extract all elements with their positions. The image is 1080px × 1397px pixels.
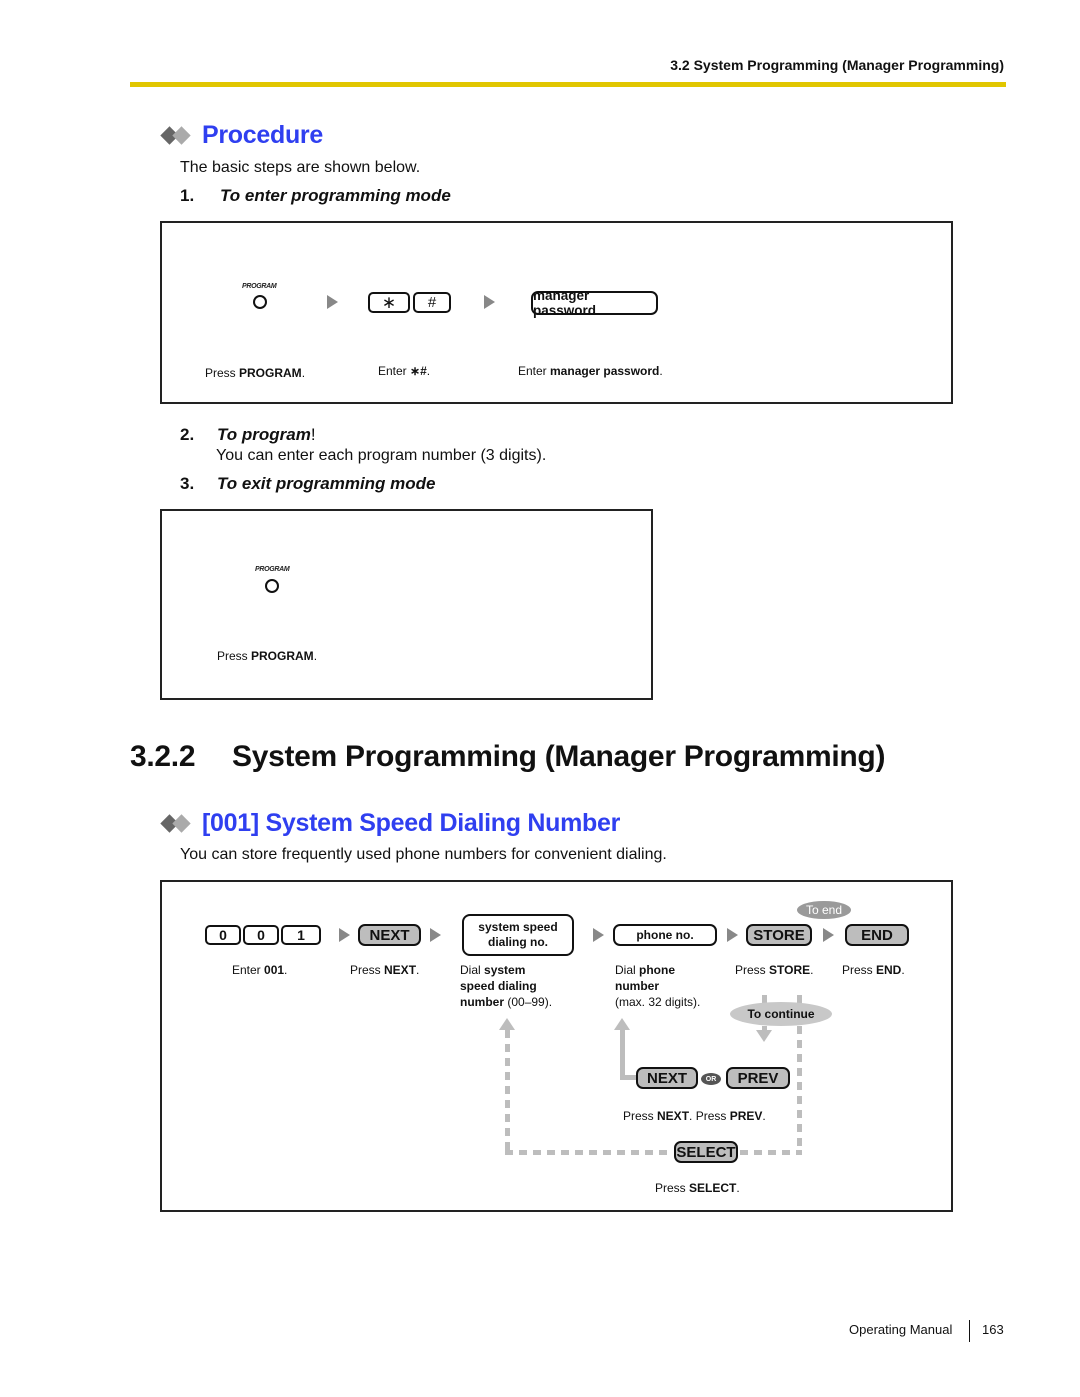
system-speed-dialing-key: system speed dialing no.	[462, 914, 574, 956]
footer-separator	[969, 1320, 970, 1342]
exit-mode-diagram: PROGRAM Press PROGRAM.	[160, 509, 653, 700]
arrow-right-icon	[593, 928, 604, 942]
down-arrow-icon	[756, 1030, 772, 1042]
manager-password-key: manager password	[531, 288, 658, 318]
loop-line	[620, 1030, 625, 1080]
digit-key: 0	[205, 925, 241, 945]
next-key: NEXT	[636, 1067, 698, 1089]
phone-number-key: phone no.	[613, 924, 717, 946]
arrow-right-icon	[430, 928, 441, 942]
footer-manual: Operating Manual	[849, 1322, 953, 1337]
caption-press-next-prev: Press NEXT. Press PREV.	[623, 1109, 766, 1123]
caption-press-program: Press PROGRAM.	[205, 366, 306, 380]
hash-key: #	[413, 292, 451, 313]
step-1-number: 1.	[180, 186, 195, 205]
arrow-right-icon	[727, 928, 738, 942]
step-3-title: To exit programming mode	[217, 474, 436, 493]
step-2-title: To program!	[217, 425, 316, 444]
loop-line	[740, 1150, 802, 1155]
caption-enter-001: Enter 001.	[232, 963, 288, 977]
enter-mode-diagram: PROGRAM ∗ # manager password Press PROGR…	[160, 221, 953, 404]
up-arrow-icon	[499, 1018, 515, 1030]
step-2-number: 2.	[180, 425, 195, 444]
end-key: END	[845, 924, 909, 946]
header-rule	[130, 82, 1006, 87]
step-3-number: 3.	[180, 474, 195, 493]
program-key-icon	[265, 579, 279, 593]
star-key: ∗	[368, 292, 410, 313]
caption-enter-password: Enter manager password.	[518, 364, 663, 378]
caption-press-next: Press NEXT.	[350, 963, 420, 977]
select-key: SELECT	[674, 1141, 738, 1163]
caption-press-program: Press PROGRAM.	[217, 649, 318, 663]
loop-line	[505, 1030, 510, 1152]
digit-key: 0	[243, 925, 279, 945]
page-number: 163	[982, 1322, 1004, 1337]
prev-key: PREV	[726, 1067, 790, 1089]
caption-press-end: Press END.	[842, 963, 905, 977]
diamonds-icon	[160, 814, 202, 834]
to-continue-badge: To continue	[730, 1002, 832, 1026]
diamonds-icon	[160, 126, 202, 146]
subsection-heading: [001] System Speed Dialing Number	[202, 809, 621, 837]
program-key-icon	[253, 295, 267, 309]
section-heading: 3.2.2 System Programming (Manager Program…	[130, 740, 886, 773]
arrow-right-icon	[327, 295, 338, 309]
running-head: 3.2 System Programming (Manager Programm…	[670, 57, 1004, 73]
up-arrow-icon	[614, 1018, 630, 1030]
arrow-right-icon	[339, 928, 350, 942]
program-key-label: PROGRAM	[242, 283, 277, 290]
caption-dial-phone: Dial phone number (max. 32 digits).	[615, 963, 701, 1009]
arrow-right-icon	[823, 928, 834, 942]
subsection-desc: You can store frequently used phone numb…	[180, 846, 667, 863]
caption-press-store: Press STORE.	[735, 963, 814, 977]
step-1-title: To enter programming mode	[220, 186, 451, 205]
procedure-heading: Procedure	[202, 121, 323, 149]
caption-enter-star-hash: Enter ∗#.	[378, 364, 431, 378]
store-key: STORE	[746, 924, 812, 946]
procedure-intro: The basic steps are shown below.	[180, 159, 421, 176]
program-key-label: PROGRAM	[255, 566, 290, 573]
speed-dial-diagram: 0 0 1 NEXT system speed dialing no. phone…	[160, 880, 953, 1212]
digit-key: 1	[281, 925, 321, 945]
caption-press-select: Press SELECT.	[655, 1181, 740, 1195]
step-2-desc: You can enter each program number (3 dig…	[216, 447, 547, 464]
arrow-right-icon	[484, 295, 495, 309]
or-badge: OR	[701, 1073, 721, 1085]
loop-line	[797, 1026, 802, 1154]
loop-line	[620, 1075, 636, 1080]
loop-line	[505, 1150, 670, 1155]
caption-dial-system: Dial system speed dialing number (00–99)…	[460, 963, 553, 1009]
to-end-badge: To end	[797, 901, 851, 919]
next-key: NEXT	[358, 924, 421, 946]
